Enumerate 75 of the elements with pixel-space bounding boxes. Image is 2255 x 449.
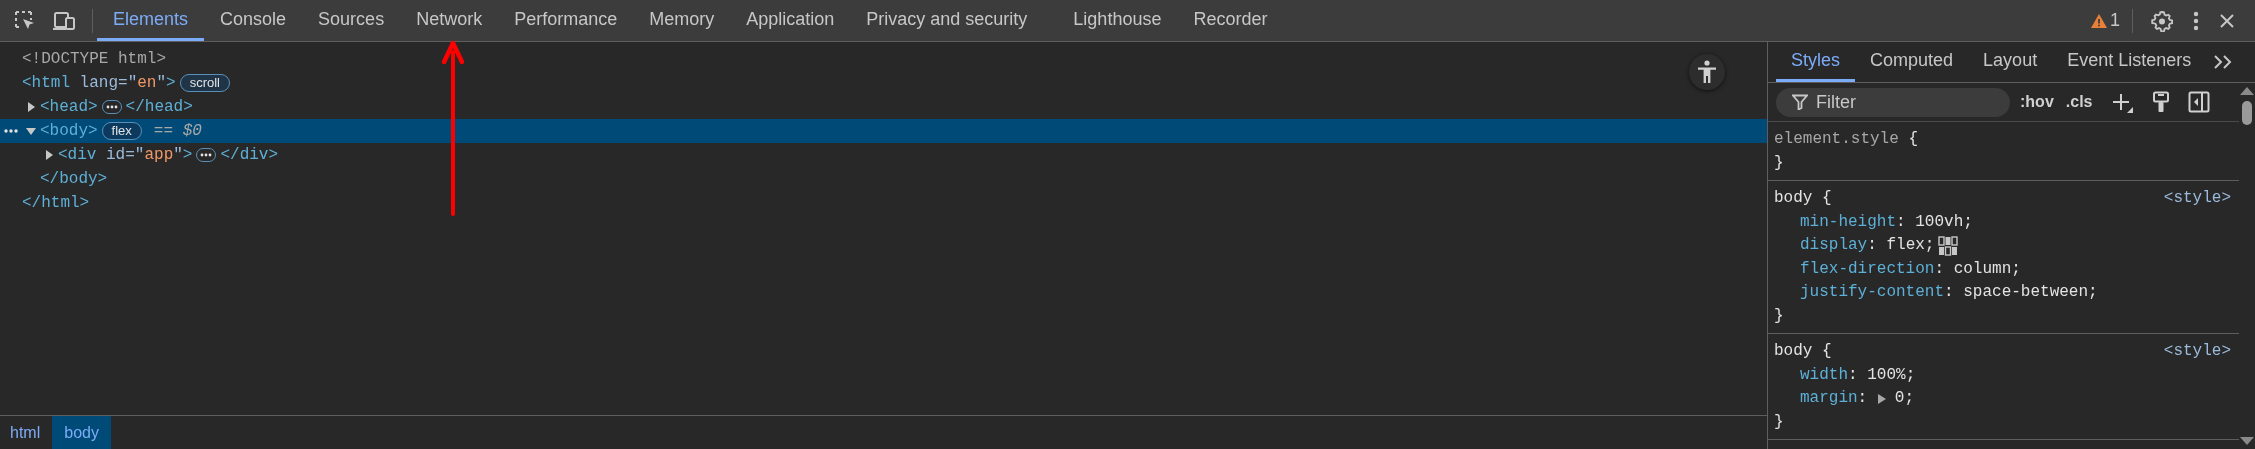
declaration: margin: [1800,388,1869,409]
accessibility-icon [1697,60,1717,84]
issues-button[interactable]: 1 [2090,10,2120,31]
triangle-right-icon[interactable] [26,102,36,112]
panel-tab[interactable]: Performance [498,0,634,41]
accessibility-button[interactable] [1689,54,1725,90]
filter-input[interactable]: Filter [1816,91,1966,113]
element-tag: </body> [40,170,108,188]
sidebar-toggle-icon[interactable] [2188,91,2211,113]
rule-selector: body { [1774,341,1832,362]
scroll-up-icon[interactable] [2240,87,2254,95]
expand-triangle-icon[interactable] [1876,392,1887,405]
panel-tab[interactable]: Application [730,0,851,41]
panel-tab[interactable]: Elements [97,0,205,41]
element-tag: </html> [22,194,90,212]
element-tag: <body> [40,122,98,140]
flexbox-editor-icon[interactable] [1938,235,1959,256]
declaration-value: 0; [1894,388,1914,409]
panel-tab[interactable]: Privacy and security [850,0,1058,41]
triangle-right-icon[interactable] [44,150,54,160]
dom-row[interactable]: <div id="app"> </div> [0,143,1767,167]
layout-badge[interactable]: flex [101,122,142,140]
rule-close-brace: } [1774,305,1785,327]
triangle-down-icon[interactable] [26,126,36,136]
sidebar-tab[interactable]: Styles [1776,42,1856,82]
declaration: width: 100%; [1800,364,1916,386]
rule-close-brace: } [1774,411,1785,433]
filter-field[interactable]: Filter [1776,87,2010,117]
more-options-icon[interactable] [2193,10,2199,31]
element-tag: <!DOCTYPE html> [22,50,167,68]
panel-tab[interactable]: Network [400,0,499,41]
toggle-button[interactable]: .cls [2065,93,2093,111]
sidebar-tab[interactable]: Layout [1968,42,2053,82]
settings-icon[interactable] [2151,9,2173,32]
paintbrush-icon[interactable] [2152,91,2171,113]
more-icon[interactable] [4,129,18,133]
element-tag: <div id="app"> [58,146,193,164]
close-icon[interactable] [2219,12,2235,29]
plus-icon[interactable] [2110,91,2135,113]
breadcrumb[interactable]: body [52,416,111,449]
layout-badge[interactable]: scroll [179,74,230,92]
declaration: justify-content: space-between; [1800,282,2098,303]
node-reference: == $0 [153,122,202,140]
panel-tab[interactable]: Sources [302,0,401,41]
rule-close-brace: } [1774,152,1785,174]
breadcrumb[interactable]: html [2,416,49,449]
panel-tab[interactable]: Console [204,0,303,41]
element-tag: <head> [40,98,98,116]
rule-selector: body { [1774,188,1832,209]
element-tag: </head> [125,98,193,116]
source-link[interactable]: <style> [2163,187,2231,211]
ellipsis-icon [105,105,118,109]
filter-icon [1792,94,1808,110]
dom-row[interactable]: <head> </head> [0,95,1767,119]
warning-icon [2090,12,2108,29]
ellipsis-icon [200,153,213,157]
panel-tab[interactable]: Recorder [1177,0,1284,41]
declaration: display: flex; [1800,235,1935,256]
toggle-button[interactable]: :hov [2020,93,2054,111]
panel-tab[interactable]: Lighthouse [1057,0,1178,41]
source-link[interactable]: <style> [2163,340,2231,364]
element-tag: <html lang="en"> [22,74,176,92]
scrollbar-thumb[interactable] [2242,101,2252,125]
panel-tab[interactable]: Memory [633,0,731,41]
rule-selector: element.style { [1774,129,1919,150]
declaration: min-height: 100vh; [1800,211,1973,233]
sidebar-tab[interactable]: Event Listeners [2052,42,2207,82]
sidebar-tab[interactable]: Computed [1855,42,1969,82]
device-icon[interactable] [52,9,76,32]
scroll-down-icon[interactable] [2240,437,2254,445]
dom-row[interactable]: <!DOCTYPE html> [0,47,1767,71]
element-tag: </div> [220,146,279,164]
dom-row[interactable]: <body> flex == $0 [0,119,1767,143]
dom-row[interactable]: <html lang="en"> scroll [0,71,1767,95]
declaration: flex-direction: column; [1800,258,2021,280]
